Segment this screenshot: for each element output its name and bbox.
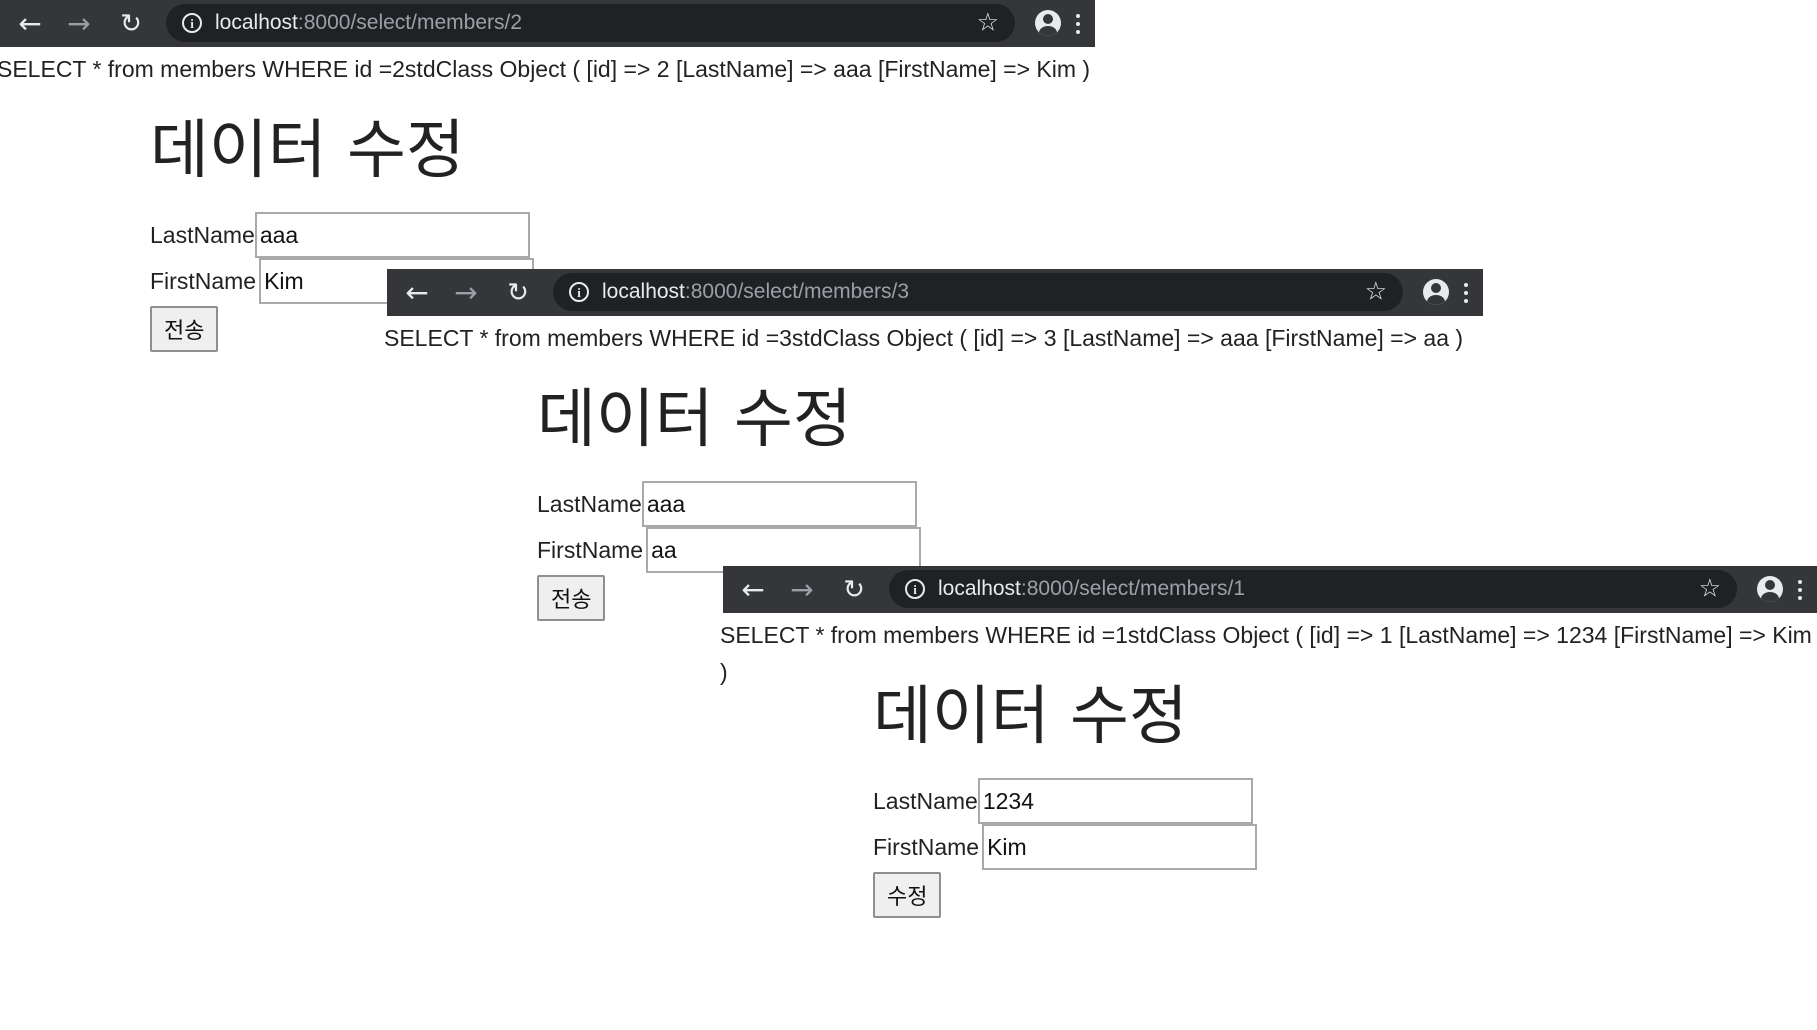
reload-icon[interactable]: ↻ (109, 0, 153, 47)
browser-toolbar: ← → ↻ i localhost:8000/select/members/2 … (0, 0, 1095, 47)
url-path: :8000/select/members/3 (684, 280, 909, 303)
menu-icon[interactable] (1459, 269, 1473, 316)
url-host: localhost (938, 577, 1021, 600)
info-icon[interactable]: i (905, 579, 925, 599)
submit-button[interactable]: 수정 (873, 872, 942, 918)
browser-toolbar: ← → ↻ i localhost:8000/select/members/1 … (723, 566, 1817, 613)
query-output: SELECT * from members WHERE id =3stdClas… (384, 325, 1464, 351)
forward-arrow-icon[interactable]: → (444, 269, 488, 316)
url-path: :8000/select/members/1 (1020, 577, 1245, 600)
profile-icon[interactable] (1035, 10, 1061, 36)
submit-button[interactable]: 전송 (537, 575, 606, 621)
last-name-row: LastName (150, 212, 530, 258)
reload-icon[interactable]: ↻ (832, 566, 876, 613)
query-output: SELECT * from members WHERE id =2stdClas… (0, 56, 1091, 82)
last-name-label: LastName (150, 221, 255, 248)
address-bar[interactable]: i localhost:8000/select/members/2 ☆ (166, 4, 1015, 42)
info-icon[interactable]: i (569, 282, 589, 302)
forward-arrow-icon[interactable]: → (780, 566, 824, 613)
first-name-label: FirstName (150, 267, 257, 294)
first-name-row: FirstName (873, 824, 1258, 870)
back-arrow-icon[interactable]: ← (8, 0, 52, 47)
profile-icon[interactable] (1757, 576, 1783, 602)
star-icon[interactable]: ☆ (1699, 576, 1721, 602)
reload-icon[interactable]: ↻ (496, 269, 540, 316)
back-arrow-icon[interactable]: ← (731, 566, 775, 613)
menu-icon[interactable] (1793, 566, 1807, 613)
menu-icon[interactable] (1071, 0, 1085, 47)
page-title: 데이터 수정 (537, 383, 852, 457)
last-name-label: LastName (537, 490, 642, 517)
browser-window-3: ← → ↻ i localhost:8000/select/members/1 … (720, 566, 1817, 1030)
first-name-input[interactable] (982, 824, 1258, 870)
address-bar[interactable]: i localhost:8000/select/members/3 ☆ (553, 273, 1403, 311)
browser-toolbar: ← → ↻ i localhost:8000/select/members/3 … (387, 269, 1483, 316)
url-host: localhost (602, 280, 685, 303)
submit-button[interactable]: 전송 (150, 306, 219, 352)
address-bar[interactable]: i localhost:8000/select/members/1 ☆ (889, 570, 1737, 608)
page-title: 데이터 수정 (150, 114, 465, 188)
forward-arrow-icon[interactable]: → (57, 0, 101, 47)
profile-icon[interactable] (1423, 279, 1449, 305)
first-name-label: FirstName (537, 536, 644, 563)
last-name-input[interactable] (977, 778, 1253, 824)
url-host: localhost (215, 11, 298, 34)
last-name-row: LastName (873, 778, 1253, 824)
last-name-input[interactable] (254, 212, 530, 258)
star-icon[interactable]: ☆ (1365, 279, 1387, 305)
url-path: :8000/select/members/2 (297, 11, 522, 34)
star-icon[interactable]: ☆ (977, 10, 999, 36)
last-name-input[interactable] (641, 481, 917, 527)
back-arrow-icon[interactable]: ← (395, 269, 439, 316)
first-name-label: FirstName (873, 833, 980, 860)
last-name-row: LastName (537, 481, 917, 527)
page-title: 데이터 수정 (873, 680, 1188, 754)
info-icon[interactable]: i (182, 13, 202, 33)
last-name-label: LastName (873, 787, 978, 814)
